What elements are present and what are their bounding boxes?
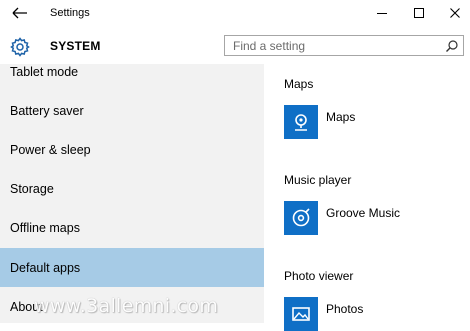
sidebar-item-power-sleep[interactable]: Power & sleep <box>0 130 264 169</box>
sidebar-item-label: Power & sleep <box>10 142 91 157</box>
gear-icon <box>10 37 30 57</box>
app-name-maps[interactable]: Maps <box>326 110 355 124</box>
sidebar-item-battery-saver[interactable]: Battery saver <box>0 91 264 130</box>
sidebar: Tablet mode Battery saver Power & sleep … <box>0 64 264 323</box>
sidebar-item-label: Storage <box>10 181 54 196</box>
section-title-maps: Maps <box>284 77 314 91</box>
search-input[interactable] <box>224 35 464 56</box>
watermark-text: www.3allemni.com <box>34 295 219 317</box>
sidebar-item-offline-maps[interactable]: Offline maps <box>0 208 264 247</box>
sidebar-item-label: Tablet mode <box>10 64 79 79</box>
maps-app-tile[interactable] <box>284 105 318 139</box>
default-apps-panel: Maps Maps Music player Groove Music Phot… <box>264 64 470 331</box>
sidebar-item-label: Battery saver <box>10 103 84 118</box>
groove-music-app-tile[interactable] <box>284 201 318 235</box>
window-title: Settings <box>50 7 90 19</box>
title-bar: Settings <box>0 0 470 28</box>
section-title-photo-viewer: Photo viewer <box>284 269 354 283</box>
page-title: SYSTEM <box>50 39 101 53</box>
maximize-icon[interactable] <box>410 4 428 22</box>
photos-icon <box>292 307 310 321</box>
sidebar-item-label: Offline maps <box>10 220 80 235</box>
groove-music-icon <box>292 208 310 227</box>
app-name-photos[interactable]: Photos <box>326 302 363 316</box>
sidebar-item-default-apps[interactable]: Default apps <box>0 248 264 287</box>
sidebar-item-tablet-mode[interactable]: Tablet mode <box>0 64 264 91</box>
app-name-groove-music[interactable]: Groove Music <box>326 206 400 220</box>
search-icon[interactable] <box>445 39 459 53</box>
minimize-icon[interactable] <box>373 4 391 22</box>
sidebar-item-storage[interactable]: Storage <box>0 169 264 208</box>
maps-icon <box>295 114 307 131</box>
photos-app-tile[interactable] <box>284 297 318 331</box>
sidebar-item-label: Default apps <box>10 260 81 275</box>
section-title-music-player: Music player <box>284 173 352 187</box>
close-icon[interactable] <box>446 4 464 22</box>
back-arrow-icon[interactable] <box>11 5 29 21</box>
